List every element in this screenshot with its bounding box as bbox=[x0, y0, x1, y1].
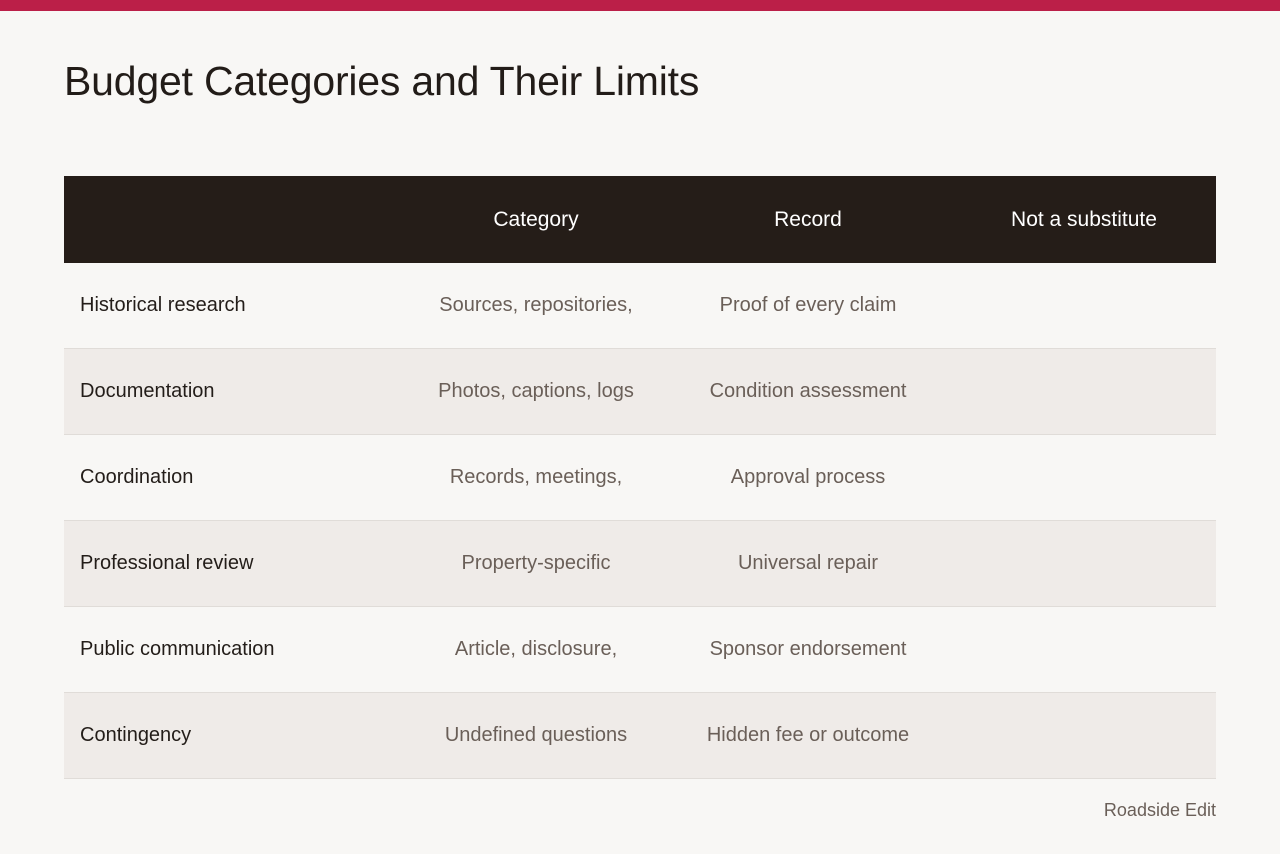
table-body: Historical research Sources, repositorie… bbox=[64, 263, 1216, 779]
table-header: Category Record Not a substitute bbox=[64, 176, 1216, 263]
record-cell: Proof of every claim bbox=[719, 294, 897, 316]
accent-bar bbox=[0, 0, 1280, 11]
table-row: Historical research Sources, repositorie… bbox=[64, 263, 1216, 349]
header-cell-category: Category bbox=[493, 207, 579, 231]
table-row: Public communication Article, disclosure… bbox=[64, 607, 1216, 693]
record-cell: Universal repair bbox=[737, 552, 879, 574]
header-cell-record: Record bbox=[774, 207, 842, 231]
row-label: Public communication bbox=[80, 638, 275, 660]
footer-credit: Roadside Edit bbox=[1103, 800, 1216, 820]
category-cell: Photos, captions, logs bbox=[438, 380, 634, 402]
category-cell: Records, meetings, bbox=[449, 466, 623, 488]
header-cell-not-a-substitute: Not a substitute bbox=[1011, 207, 1157, 231]
row-label: Contingency bbox=[80, 724, 192, 746]
category-cell: Sources, repositories, bbox=[439, 294, 633, 316]
row-label: Documentation bbox=[80, 380, 215, 402]
table-row: Documentation Photos, captions, logs Con… bbox=[64, 349, 1216, 435]
row-label: Professional review bbox=[80, 552, 254, 574]
record-cell: Condition assessment bbox=[709, 380, 907, 402]
table-row: Coordination Records, meetings, Approval… bbox=[64, 435, 1216, 521]
table-row: Professional review Property-specific Un… bbox=[64, 521, 1216, 607]
category-cell: Undefined questions bbox=[444, 724, 628, 746]
table-row: Contingency Undefined questions Hidden f… bbox=[64, 693, 1216, 779]
record-cell: Approval process bbox=[730, 466, 886, 488]
page-title: Budget Categories and Their Limits bbox=[64, 58, 700, 104]
row-label: Coordination bbox=[80, 466, 194, 488]
row-label: Historical research bbox=[80, 294, 246, 316]
record-cell: Hidden fee or outcome bbox=[706, 724, 910, 746]
budget-table: Category Record Not a substitute Histori… bbox=[64, 176, 1216, 779]
record-cell: Sponsor endorsement bbox=[709, 638, 907, 660]
category-cell: Article, disclosure, bbox=[454, 638, 618, 660]
category-cell: Property-specific bbox=[461, 552, 611, 574]
